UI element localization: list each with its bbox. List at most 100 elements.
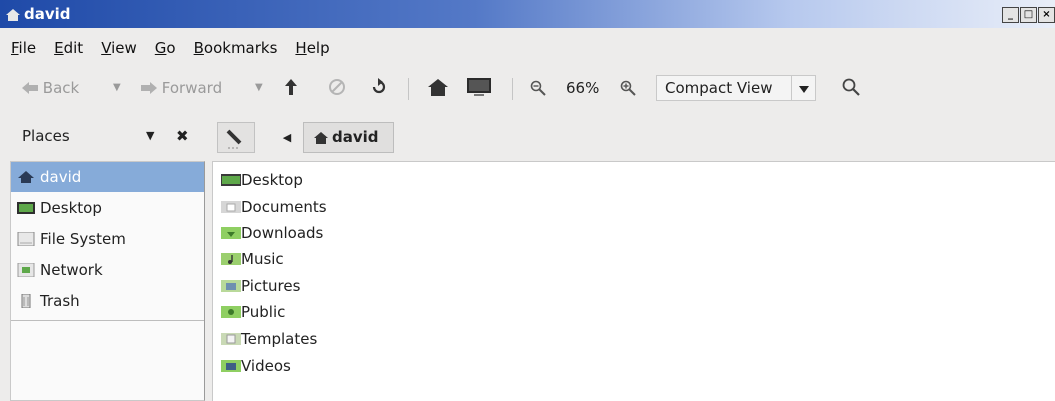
forward-label: Forward	[161, 79, 223, 97]
drive-icon	[17, 232, 35, 246]
menu-mnemonic: V	[101, 39, 112, 57]
zoom-in-icon	[620, 80, 636, 96]
title-bar[interactable]: david _ □ ×	[0, 0, 1055, 28]
pictures-folder-icon	[221, 280, 241, 292]
menu-go[interactable]: Go	[146, 36, 185, 60]
sidebar-item-label: Desktop	[40, 199, 102, 217]
menu-mnemonic: F	[11, 39, 19, 57]
menu-label: dit	[63, 39, 84, 57]
sidebar-item-label: File System	[40, 230, 126, 248]
toolbar-separator	[408, 78, 409, 100]
edit-location-button[interactable]	[217, 122, 255, 153]
menu-label: ile	[18, 39, 37, 57]
search-button[interactable]	[842, 70, 860, 106]
triangle-down-icon: ▼	[255, 82, 263, 93]
zoom-in-button[interactable]	[620, 70, 636, 106]
menu-help[interactable]: Help	[286, 36, 338, 60]
zoom-out-button[interactable]	[530, 70, 546, 106]
computer-icon	[467, 78, 491, 96]
triangle-down-icon: ▼	[113, 82, 121, 93]
reload-button[interactable]	[370, 70, 388, 106]
window-title: david	[24, 5, 71, 23]
desktop-icon	[17, 202, 35, 214]
computer-button[interactable]	[466, 70, 492, 106]
path-scroll-left-button[interactable]: ◀	[272, 122, 302, 153]
file-name: Music	[241, 250, 284, 268]
path-crumb-david[interactable]: david	[303, 122, 394, 153]
toolbar: Back ▼ Forward ▼ 66% Compact View	[0, 70, 1055, 106]
sidebar-divider	[11, 320, 204, 321]
path-crumb-label: david	[332, 128, 379, 146]
places-close-button[interactable]: ✖	[176, 118, 189, 154]
menu-bar: File Edit View Go Bookmarks Help	[0, 36, 339, 60]
stop-icon	[329, 79, 345, 95]
minimize-button[interactable]: _	[1002, 7, 1019, 23]
menu-label: elp	[306, 39, 330, 57]
sidebar-item-label: david	[40, 168, 82, 186]
menu-mnemonic: E	[54, 39, 64, 57]
home-icon	[314, 132, 328, 144]
trash-icon	[21, 294, 31, 308]
menu-label: ookmarks	[203, 39, 278, 57]
home-icon	[6, 9, 20, 21]
menu-mnemonic: G	[154, 39, 167, 57]
reload-icon	[372, 78, 386, 94]
downloads-folder-icon	[221, 227, 241, 239]
back-button[interactable]: Back	[22, 70, 79, 106]
search-icon	[842, 78, 860, 96]
menu-mnemonic: H	[295, 39, 307, 57]
pencil-icon	[226, 129, 242, 149]
back-label: Back	[42, 79, 80, 97]
sidebar-item-label: Network	[40, 261, 103, 279]
menu-label: o	[166, 39, 176, 57]
menu-label: iew	[111, 39, 137, 57]
file-name: Videos	[241, 357, 291, 375]
stop-button[interactable]	[328, 70, 346, 106]
menu-view[interactable]: View	[92, 36, 146, 60]
videos-folder-icon	[221, 360, 241, 372]
music-folder-icon	[221, 253, 241, 265]
network-icon	[17, 263, 35, 277]
view-mode-value: Compact View	[665, 79, 773, 97]
file-name: Public	[241, 303, 286, 321]
places-header: Places ▼ ✖	[0, 118, 205, 154]
triangle-down-icon	[791, 76, 815, 100]
public-folder-icon	[221, 306, 241, 318]
desktop-folder-icon	[221, 174, 241, 186]
home-icon	[428, 79, 448, 96]
arrow-right-icon	[141, 82, 157, 94]
file-name: Desktop	[241, 171, 303, 189]
documents-folder-icon	[221, 201, 241, 213]
menu-bookmarks[interactable]: Bookmarks	[185, 36, 287, 60]
file-name: Templates	[241, 330, 318, 348]
toolbar-separator	[512, 78, 513, 100]
sidebar-item-desktop[interactable]: Desktop	[11, 193, 204, 223]
home-button[interactable]	[428, 70, 448, 106]
sidebar-item-network[interactable]: Network	[11, 255, 204, 285]
maximize-button[interactable]: □	[1020, 7, 1037, 23]
forward-button[interactable]: Forward	[141, 70, 222, 106]
menu-mnemonic: B	[193, 39, 204, 57]
sidebar-item-label: Trash	[40, 292, 80, 310]
sidebar-item-trash[interactable]: Trash	[11, 286, 204, 316]
sidebar-item-file-system[interactable]: File System	[11, 224, 204, 254]
zoom-out-icon	[530, 80, 546, 96]
places-dropdown-button[interactable]: ▼	[146, 118, 154, 154]
up-button[interactable]	[285, 70, 297, 106]
arrow-left-icon	[22, 82, 38, 94]
arrow-up-icon	[285, 79, 297, 95]
templates-folder-icon	[221, 333, 241, 345]
view-mode-select[interactable]: Compact View	[656, 75, 816, 101]
file-list[interactable]: Desktop Documents Downloads Music Pictur…	[212, 161, 1055, 401]
home-icon	[18, 171, 34, 183]
places-title: Places	[22, 127, 70, 145]
sidebar-item-david[interactable]: david	[11, 162, 204, 192]
menu-file[interactable]: File	[0, 36, 45, 60]
menu-edit[interactable]: Edit	[45, 36, 92, 60]
window-controls: _ □ ×	[1001, 7, 1055, 23]
zoom-level: 66%	[566, 79, 600, 97]
forward-history-dropdown[interactable]: ▼	[255, 70, 263, 106]
back-history-dropdown[interactable]: ▼	[113, 70, 121, 106]
close-button[interactable]: ×	[1038, 7, 1055, 23]
places-sidebar: david Desktop File System Network Trash	[10, 161, 205, 401]
